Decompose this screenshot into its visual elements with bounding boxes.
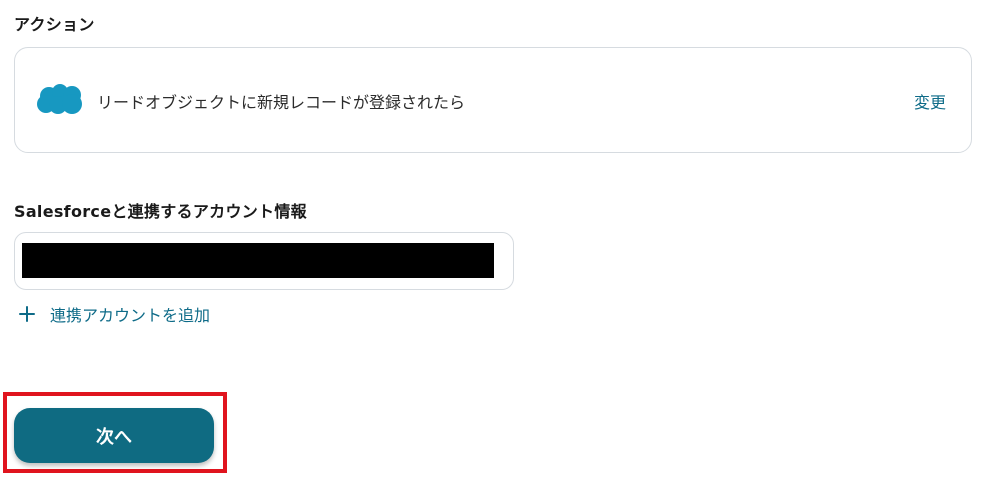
salesforce-cloud-icon — [37, 84, 82, 114]
action-section-title: アクション — [14, 15, 95, 34]
add-linked-account-label: 連携アカウントを追加 — [50, 306, 211, 325]
next-button[interactable]: 次へ — [14, 408, 214, 463]
add-linked-account-button[interactable]: 連携アカウントを追加 — [18, 302, 210, 326]
redacted-account-value — [22, 243, 494, 278]
change-action-link[interactable]: 変更 — [914, 89, 946, 113]
action-card: リードオブジェクトに新規レコードが登録されたら 変更 — [14, 47, 972, 153]
account-section-title: Salesforceと連携するアカウント情報 — [14, 202, 307, 221]
plus-icon — [19, 306, 35, 322]
action-trigger-text: リードオブジェクトに新規レコードが登録されたら — [97, 93, 466, 112]
account-select-field[interactable] — [14, 232, 514, 290]
